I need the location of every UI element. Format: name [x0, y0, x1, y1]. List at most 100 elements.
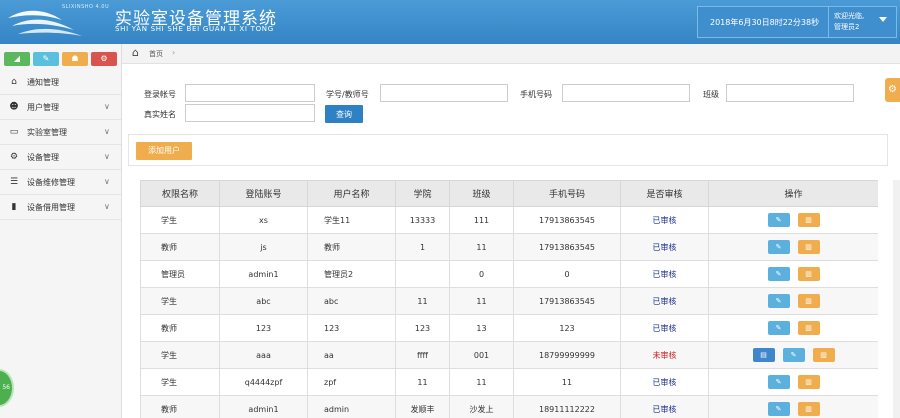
sidebar-item-borrowing[interactable]: ▮ 设备借用管理 ∨	[0, 195, 121, 220]
check-icon: ▤	[760, 351, 767, 359]
list-icon: ☰	[9, 177, 19, 187]
logo-subtext: SLIXINSHO 4.0U	[62, 4, 110, 10]
account-input[interactable]	[185, 84, 315, 102]
column-header: 操作	[708, 180, 878, 207]
edit-button[interactable]: ✎	[767, 321, 790, 335]
phone-cell: 11	[513, 368, 621, 396]
username-cell: zpf	[307, 368, 396, 396]
table-row: 学生 q4444zpf zpf 11 11 11 已审核 ✎ ▥	[140, 368, 878, 396]
edit-button[interactable]: ✎	[767, 213, 790, 227]
user-menu[interactable]: 欢迎光临, 管理员2	[834, 11, 864, 33]
class-cell: 0	[449, 260, 514, 288]
username-cell: 123	[307, 314, 396, 342]
trash-icon: ▥	[805, 405, 812, 413]
phone-cell: 123	[513, 314, 621, 342]
delete-button[interactable]: ▥	[797, 213, 820, 227]
add-user-button[interactable]: 添加用户	[136, 142, 192, 160]
status-cell: 已审核	[620, 395, 709, 418]
account-cell: abc	[219, 287, 308, 315]
approve-button[interactable]: ▤	[752, 348, 775, 362]
status-cell: 已审核	[620, 206, 709, 234]
delete-button[interactable]: ▥	[797, 267, 820, 281]
shortcut-pencil-button[interactable]: ✎	[33, 52, 59, 66]
sidebar-item-notifications[interactable]: ⌂ 通知管理	[0, 70, 121, 95]
sidebar-item-users[interactable]: ☻ 用户管理 ∨	[0, 95, 121, 120]
column-header: 登陆账号	[219, 180, 308, 207]
shortcut-signal-button[interactable]: ◢	[4, 52, 30, 66]
number-label: 学号/教师号	[326, 90, 369, 99]
role-cell: 教师	[140, 395, 220, 418]
bookmark-icon: ▮	[11, 202, 17, 212]
name-input[interactable]	[185, 104, 315, 122]
chevron-down-icon: ∨	[104, 152, 110, 161]
edit-button[interactable]: ✎	[767, 294, 790, 308]
shortcut-users-button[interactable]: ☗	[62, 52, 88, 66]
header-divider	[828, 7, 829, 37]
toolbar-panel: 添加用户	[128, 134, 888, 166]
sidebar-item-label: 设备借用管理	[27, 203, 75, 212]
settings-gear-icon[interactable]: ⚙	[885, 78, 900, 102]
account-cell: q4444zpf	[219, 368, 308, 396]
pencil-icon: ✎	[42, 54, 50, 63]
breadcrumb-separator: ›	[172, 48, 176, 57]
sidebar-item-repairs[interactable]: ☰ 设备维修管理 ∨	[0, 170, 121, 195]
monitor-icon: ▭	[9, 127, 19, 137]
college-cell	[395, 260, 450, 288]
phone-cell: 18911112222	[513, 395, 621, 418]
column-header: 手机号码	[513, 180, 621, 207]
username-cell: 管理员2	[307, 260, 396, 288]
status-cell: 已审核	[620, 233, 709, 261]
username-cell: 学生11	[307, 206, 396, 234]
breadcrumb-home-link[interactable]: 首页	[149, 49, 163, 59]
query-button[interactable]: 查询	[325, 105, 363, 123]
account-cell: js	[219, 233, 308, 261]
sidebar-item-label: 设备管理	[27, 153, 59, 162]
actions-cell: ✎ ▥	[708, 206, 878, 234]
college-cell: ffff	[395, 341, 450, 369]
welcome-text: 欢迎光临,	[834, 12, 865, 20]
role-cell: 学生	[140, 206, 220, 234]
role-cell: 学生	[140, 368, 220, 396]
delete-button[interactable]: ▥	[797, 321, 820, 335]
actions-cell: ✎ ▥	[708, 260, 878, 288]
edit-button[interactable]: ✎	[767, 375, 790, 389]
trash-icon: ▥	[820, 351, 827, 359]
shortcut-cogs-button[interactable]: ⚙	[91, 52, 117, 66]
name-label: 真实姓名	[144, 110, 176, 119]
home-icon[interactable]: ⌂	[132, 46, 139, 59]
class-input[interactable]	[726, 84, 854, 102]
caret-down-icon[interactable]	[879, 17, 887, 22]
edit-button[interactable]: ✎	[767, 240, 790, 254]
trash-icon: ▥	[805, 324, 812, 332]
sidebar-item-devices[interactable]: ⚙ 设备管理 ∨	[0, 145, 121, 170]
table-row: 学生 aaa aa ffff 001 18799999999 未审核 ▤ ✎ ▥	[140, 341, 878, 369]
actions-cell: ✎ ▥	[708, 395, 878, 418]
delete-button[interactable]: ▥	[797, 240, 820, 254]
delete-button[interactable]: ▥	[797, 375, 820, 389]
status-cell: 未审核	[620, 341, 709, 369]
delete-button[interactable]: ▥	[797, 402, 820, 416]
college-cell: 发顺丰	[395, 395, 450, 418]
phone-label: 手机号码	[520, 90, 552, 99]
vertical-scrollbar[interactable]	[893, 180, 900, 418]
edit-button[interactable]: ✎	[767, 402, 790, 416]
status-cell: 已审核	[620, 287, 709, 315]
delete-button[interactable]: ▥	[812, 348, 835, 362]
trash-icon: ▥	[805, 270, 812, 278]
role-cell: 管理员	[140, 260, 220, 288]
sidebar-item-labs[interactable]: ▭ 实验室管理 ∨	[0, 120, 121, 145]
number-input[interactable]	[380, 84, 508, 102]
table-header-row: 权限名称 登陆账号 用户名称 学院 班级 手机号码 是否审核 操作	[140, 180, 878, 207]
college-cell: 123	[395, 314, 450, 342]
phone-input[interactable]	[562, 84, 690, 102]
edit-button[interactable]: ✎	[767, 267, 790, 281]
edit-icon: ✎	[775, 405, 782, 413]
class-cell: 沙发上	[449, 395, 514, 418]
edit-button[interactable]: ✎	[782, 348, 805, 362]
sidebar-item-label: 通知管理	[27, 78, 59, 87]
delete-button[interactable]: ▥	[797, 294, 820, 308]
edit-icon: ✎	[775, 243, 782, 251]
username-cell: 教师	[307, 233, 396, 261]
phone-cell: 18799999999	[513, 341, 621, 369]
current-datetime: 2018年6月30日8时22分38秒	[710, 18, 820, 27]
